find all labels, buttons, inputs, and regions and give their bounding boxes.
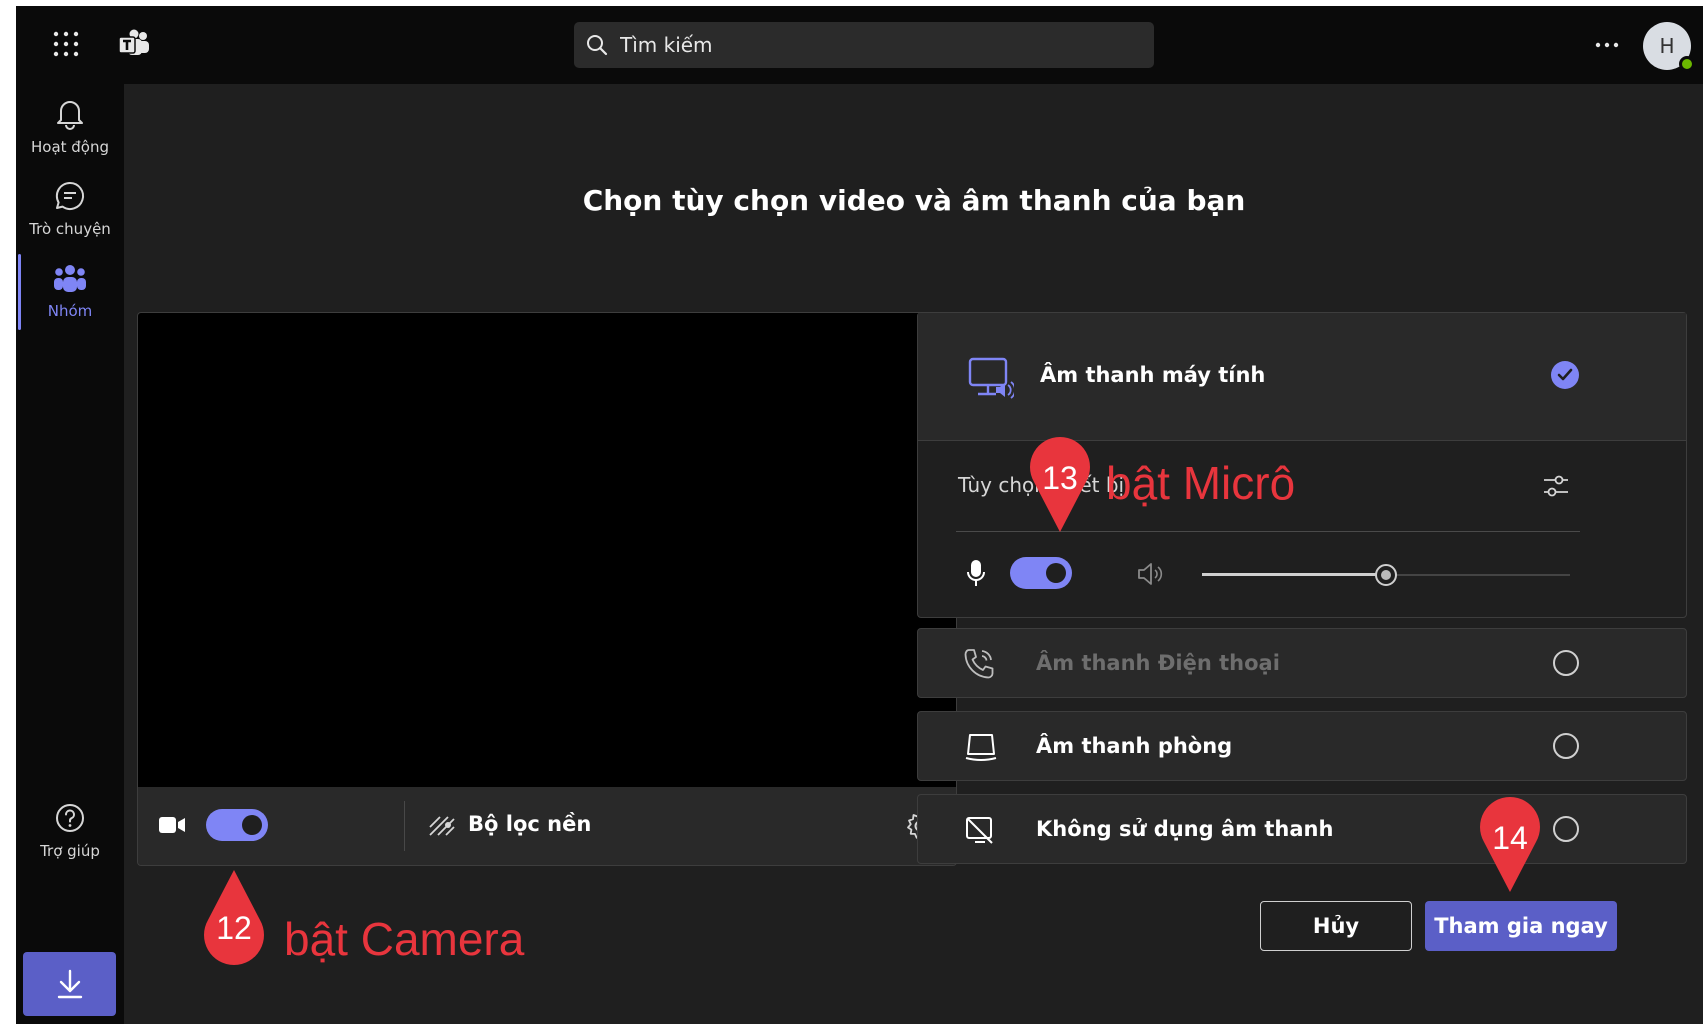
slider-fill [1202,573,1386,576]
join-now-button[interactable]: Tham gia ngay [1425,901,1617,951]
camera-toggle[interactable] [206,809,268,841]
speaker-volume-slider[interactable] [1202,563,1570,587]
teams-logo-icon [116,26,152,62]
selected-check-icon [1551,361,1579,389]
video-preview: Bộ lọc nền [137,312,957,866]
download-icon [57,969,82,999]
camera-feed [138,313,956,787]
presence-available-icon [1679,56,1695,72]
toggle-knob [1046,563,1066,583]
app-launcher-grid-icon[interactable] [46,24,86,64]
rail-item-teams[interactable]: Nhóm [16,264,124,320]
search-icon [587,35,608,56]
search-input[interactable] [618,32,1122,58]
microphone-icon [967,560,985,586]
slider-thumb[interactable] [1375,564,1397,586]
audio-option-radio[interactable] [1553,816,1579,842]
teams-app: H Hoạt động Trò chuyện [16,6,1703,1024]
video-controls-bar: Bộ lọc nền [138,787,956,865]
more-options-icon[interactable] [1590,30,1624,60]
rail-item-label: Nhóm [47,302,93,320]
camera-icon [159,817,185,833]
microphone-toggle[interactable] [1010,557,1072,589]
computer-audio-icon [968,357,1014,399]
avatar[interactable]: H [1643,22,1695,72]
annotation-number: 12 [216,910,252,946]
audio-option-radio[interactable] [1553,733,1579,759]
phone-call-icon [964,649,994,679]
annotation-number: 13 [1042,460,1078,496]
download-app-button[interactable] [23,952,116,1016]
rail-item-label: Hoạt động [30,138,110,156]
audio-option-label: Âm thanh Điện thoại [1036,651,1280,675]
help-icon [56,804,84,832]
room-device-icon [965,734,997,761]
audio-option-label: Âm thanh phòng [1036,734,1233,758]
chat-icon [55,181,85,210]
app-bar: Hoạt động Trò chuyện Nhóm Trợ giúp [16,84,124,1024]
audio-option-none[interactable]: Không sử dụng âm thanh [917,794,1687,864]
toggle-knob [242,815,262,835]
annotation-label: bật Micrô [1106,457,1296,509]
audio-option-label: Không sử dụng âm thanh [1036,817,1334,841]
rail-item-label: Trò chuyện [29,220,111,238]
page-title: Chọn tùy chọn video và âm thanh của bạn [582,184,1246,217]
rail-item-chat[interactable]: Trò chuyện [16,180,124,238]
title-bar: H [16,6,1703,84]
rail-item-help[interactable]: Trợ giúp [16,802,124,860]
device-settings-sliders-icon[interactable] [1542,473,1570,499]
audio-option-label: Âm thanh máy tính [1040,363,1266,387]
background-filter-icon [429,816,455,836]
annotation-label: bật Camera [284,913,525,965]
divider [404,801,405,851]
cancel-button[interactable]: Hủy [1260,901,1412,951]
avatar-initial: H [1659,34,1675,58]
audio-option-room[interactable]: Âm thanh phòng [917,711,1687,781]
rail-item-activity[interactable]: Hoạt động [16,98,124,156]
no-audio-icon [966,817,993,844]
annotation-number: 14 [1492,820,1528,856]
audio-option-phone[interactable]: Âm thanh Điện thoại [917,628,1687,698]
background-filter-button[interactable]: Bộ lọc nền [468,812,591,836]
teams-icon [54,265,86,292]
bell-icon [57,101,83,130]
search-box[interactable] [574,22,1154,68]
audio-option-radio[interactable] [1553,650,1579,676]
computer-audio-header[interactable]: Âm thanh máy tính [918,313,1686,441]
rail-item-label: Trợ giúp [40,842,100,860]
speaker-icon [1138,563,1163,585]
